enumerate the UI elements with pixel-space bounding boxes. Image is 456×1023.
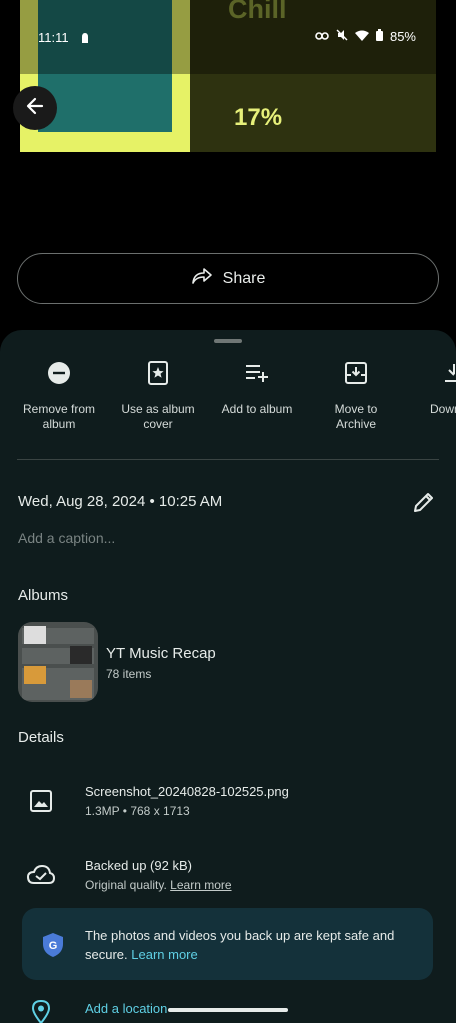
- add-location-label: Add a location: [85, 1001, 168, 1016]
- action-label: Archive: [335, 417, 376, 431]
- date-time: Wed, Aug 28, 2024 • 10:25 AM: [18, 493, 223, 510]
- location-pin-icon: [27, 998, 55, 1023]
- arrow-back-icon: [25, 96, 45, 121]
- album-name[interactable]: YT Music Recap: [106, 645, 216, 662]
- action-label: cover: [143, 417, 173, 431]
- backup-quality-text: Original quality.: [85, 878, 167, 892]
- add-to-playlist-icon: [245, 363, 269, 388]
- archive-icon: [345, 361, 367, 389]
- notice-message: The photos and videos you back up are ke…: [85, 926, 423, 964]
- share-button[interactable]: Share: [17, 253, 439, 304]
- action-label: Add to album: [221, 402, 293, 416]
- info-bottom-sheet[interactable]: Remove from album Use as album cover Add…: [0, 330, 456, 1023]
- download-button[interactable]: Down: [405, 360, 456, 417]
- remove-from-album-button[interactable]: Remove from album: [9, 360, 109, 432]
- link-icon: [315, 29, 329, 44]
- file-name: Screenshot_20240828-102525.png: [85, 784, 289, 799]
- action-row: Remove from album Use as album cover Add…: [0, 360, 456, 465]
- notice-learn-more-link[interactable]: Learn more: [131, 947, 197, 962]
- albums-heading: Albums: [18, 587, 69, 604]
- status-time: 11:11: [38, 30, 69, 45]
- action-label: album: [42, 417, 76, 431]
- battery-percent: 85%: [389, 29, 416, 44]
- notification-icon: [80, 31, 90, 49]
- backup-learn-more-link[interactable]: Learn more: [170, 878, 231, 892]
- details-heading: Details: [18, 729, 64, 746]
- download-icon: [445, 362, 456, 389]
- cloud-done-icon: [27, 861, 55, 889]
- mute-icon: [336, 29, 348, 44]
- divider: [17, 459, 439, 460]
- caption-input[interactable]: Add a caption...: [18, 530, 115, 546]
- backup-safety-notice: G The photos and videos you back up are …: [22, 908, 433, 980]
- action-label: Move to: [334, 402, 378, 416]
- image-icon: [27, 787, 55, 815]
- status-icons: 85%: [315, 29, 416, 44]
- remove-circle-icon: [47, 361, 71, 390]
- wifi-icon: [354, 29, 369, 44]
- thumb-photo: [70, 646, 92, 664]
- pencil-icon: [412, 493, 436, 518]
- edit-date-button[interactable]: [412, 490, 436, 519]
- backup-quality: Original quality. Learn more: [85, 878, 232, 892]
- drag-handle[interactable]: [214, 339, 242, 343]
- album-count: 78 items: [106, 667, 152, 681]
- battery-icon: [375, 29, 383, 44]
- file-meta: 1.3MP • 768 x 1713: [85, 804, 190, 818]
- move-to-archive-button[interactable]: Move to Archive: [306, 360, 406, 432]
- thumb-photo: [70, 680, 92, 698]
- album-thumbnail[interactable]: [18, 622, 98, 702]
- action-label: Use as album: [121, 402, 195, 416]
- status-bar: 11:11 85%: [0, 0, 456, 74]
- action-label: Down: [430, 402, 456, 416]
- album-cover-icon: [147, 360, 169, 390]
- thumb-photo: [24, 666, 46, 684]
- photo-percent: 17%: [234, 104, 283, 131]
- share-icon: [191, 267, 213, 290]
- home-indicator[interactable]: [168, 1008, 288, 1012]
- action-label: Remove from: [22, 402, 96, 416]
- svg-text:G: G: [49, 940, 58, 952]
- share-label: Share: [222, 269, 266, 287]
- use-as-album-cover-button[interactable]: Use as album cover: [108, 360, 208, 432]
- add-to-album-button[interactable]: Add to album: [207, 360, 307, 417]
- back-button[interactable]: [13, 86, 57, 130]
- backup-status: Backed up (92 kB): [85, 858, 192, 873]
- thumb-photo: [24, 626, 46, 644]
- google-shield-icon: G: [42, 932, 64, 963]
- photo-viewer[interactable]: Chill 17% 11:11 85% Share: [0, 0, 456, 330]
